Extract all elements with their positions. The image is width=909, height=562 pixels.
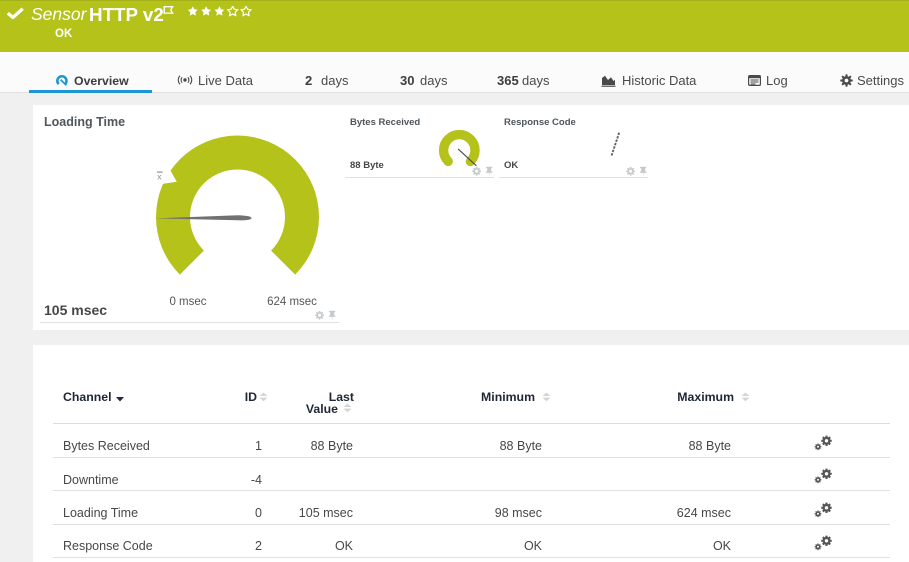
svg-text:x: x	[157, 172, 162, 182]
